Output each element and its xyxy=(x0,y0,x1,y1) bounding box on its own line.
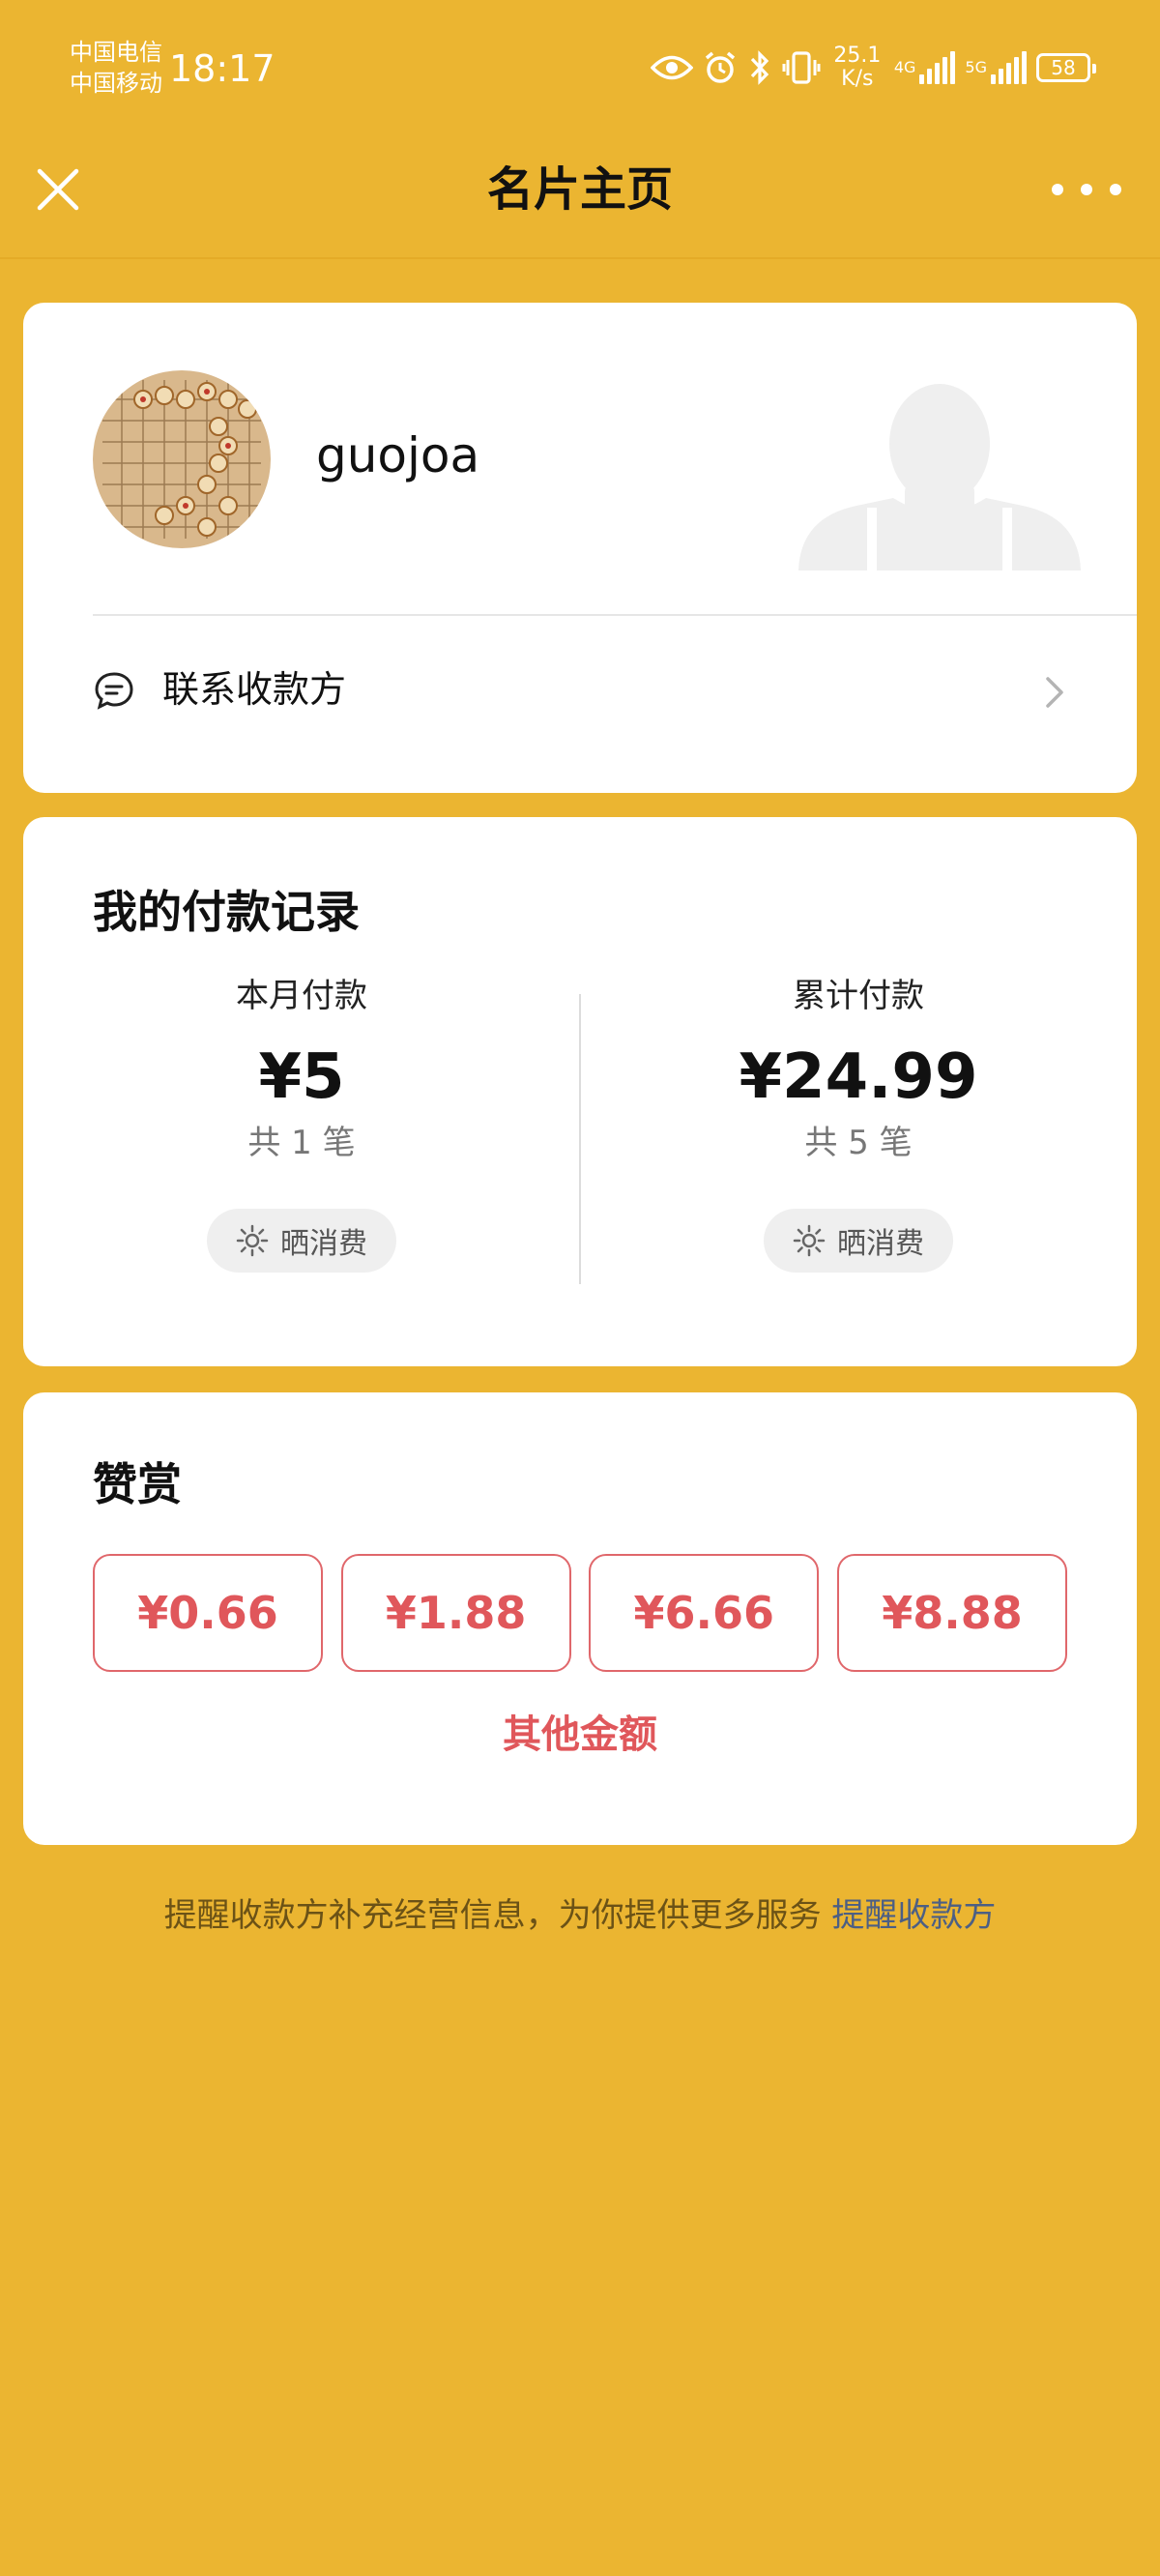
more-button[interactable] xyxy=(1052,168,1121,211)
status-time: 18:17 xyxy=(169,47,276,90)
chat-bubble-icon xyxy=(95,672,133,710)
more-icon-dot xyxy=(1052,184,1063,195)
share-spending-label: 晒消费 xyxy=(280,1227,367,1261)
contact-payee-label: 联系收款方 xyxy=(162,668,347,711)
more-icon-dot xyxy=(1081,184,1092,195)
share-spending-label: 晒消费 xyxy=(837,1227,924,1261)
net-type-2: 5G xyxy=(965,58,987,76)
page-title: 名片主页 xyxy=(486,162,673,217)
more-icon-dot xyxy=(1110,184,1121,195)
tip-option-button[interactable]: ¥8.88 xyxy=(836,1554,1067,1672)
signal-icon xyxy=(991,51,1027,84)
signal-icon xyxy=(919,51,956,84)
stat-count: 共 1 笔 xyxy=(247,1124,356,1162)
stat-count: 共 5 笔 xyxy=(804,1124,913,1162)
battery-icon: 58 xyxy=(1036,53,1096,82)
business-card-page: 中国电信 中国移动 18:17 25.1 K/s 4G 5G 58 名片主页 g… xyxy=(0,0,1160,2576)
carrier-1: 中国电信 xyxy=(70,39,162,66)
net-speed-unit: K/s xyxy=(841,67,874,91)
alarm-icon xyxy=(703,50,738,85)
tip-option-button[interactable]: ¥6.66 xyxy=(589,1554,820,1672)
footer-text: 提醒收款方补充经营信息，为你提供更多服务 xyxy=(163,1896,822,1935)
payment-records-card: 我的付款记录 本月付款 ¥5 共 1 笔 晒消费 累计付款 ¥24.99 共 5… xyxy=(23,817,1137,1366)
stat-amount: ¥5 xyxy=(258,1041,345,1113)
other-amount-button[interactable]: 其他金额 xyxy=(23,1708,1137,1762)
carrier-info: 中国电信 中国移动 xyxy=(70,37,162,99)
tip-option-button[interactable]: ¥0.66 xyxy=(93,1554,323,1672)
net-type-1: 4G xyxy=(893,58,916,76)
battery-level: 58 xyxy=(1051,56,1076,79)
section-title: 我的付款记录 xyxy=(93,886,360,938)
net-speed-value: 25.1 xyxy=(833,44,882,68)
share-spending-button[interactable]: 晒消费 xyxy=(207,1209,396,1273)
avatar[interactable] xyxy=(93,370,271,548)
chevron-right-icon xyxy=(1046,677,1063,708)
footer-note: 提醒收款方补充经营信息，为你提供更多服务 提醒收款方 xyxy=(0,1893,1160,1938)
tip-card: 赞赏 ¥0.66 ¥1.88 ¥6.66 ¥8.88 其他金额 xyxy=(23,1392,1137,1845)
contact-payee-row[interactable]: 联系收款方 xyxy=(93,616,1137,771)
section-title: 赞赏 xyxy=(93,1458,182,1510)
status-bar: 中国电信 中国移动 18:17 25.1 K/s 4G 5G 58 xyxy=(0,0,1160,135)
tip-options: ¥0.66 ¥1.88 ¥6.66 ¥8.88 xyxy=(93,1554,1067,1672)
monthly-payment-stat: 本月付款 ¥5 共 1 笔 晒消费 xyxy=(23,975,580,1273)
chess-board-avatar-image xyxy=(93,370,271,548)
vibrate-icon xyxy=(782,50,821,85)
status-icons: 25.1 K/s 4G 5G 58 xyxy=(650,39,1096,97)
person-silhouette-icon xyxy=(798,384,1081,571)
total-payment-stat: 累计付款 ¥24.99 共 5 笔 晒消费 xyxy=(580,975,1137,1273)
sun-icon xyxy=(793,1224,826,1257)
tip-option-button[interactable]: ¥1.88 xyxy=(340,1554,571,1672)
carrier-2: 中国移动 xyxy=(70,70,162,97)
stat-amount: ¥24.99 xyxy=(739,1041,978,1113)
share-spending-button[interactable]: 晒消费 xyxy=(764,1209,953,1273)
sun-icon xyxy=(236,1224,269,1257)
navigation-bar: 名片主页 xyxy=(0,135,1160,259)
net-speed: 25.1 K/s xyxy=(830,44,884,91)
stat-label: 本月付款 xyxy=(236,977,367,1015)
stat-label: 累计付款 xyxy=(793,977,924,1015)
bluetooth-icon xyxy=(747,49,772,86)
payee-username: guojoa xyxy=(316,427,480,483)
remind-payee-link[interactable]: 提醒收款方 xyxy=(831,1896,996,1935)
eye-icon xyxy=(650,53,693,82)
profile-card: guojoa 联系收款方 xyxy=(23,303,1137,793)
